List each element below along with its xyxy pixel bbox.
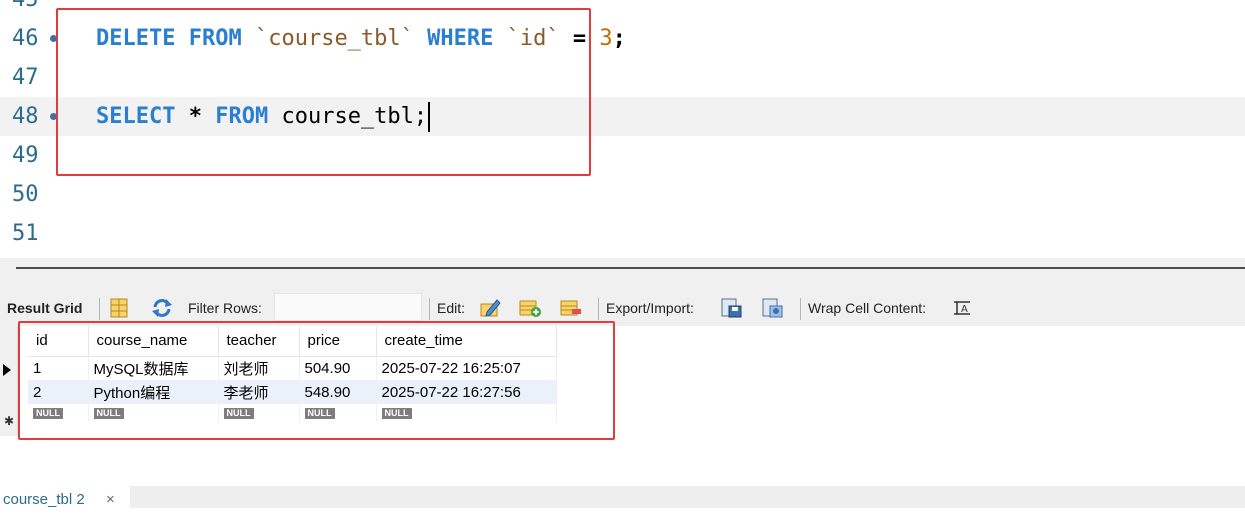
cell-id-null[interactable]: NULL <box>28 404 89 422</box>
new-row[interactable]: NULL NULL NULL NULL NULL <box>28 404 557 422</box>
filter-rows-input[interactable] <box>274 293 422 321</box>
code-token: WHERE <box>427 26 494 51</box>
cell-price[interactable]: 504.90 <box>299 356 377 380</box>
code-token: `id` <box>506 26 560 51</box>
text-caret <box>428 102 431 132</box>
code-token: DELETE <box>96 26 176 51</box>
toolbar-separator <box>99 298 100 320</box>
toolbar-separator <box>800 298 801 320</box>
line-number: 49 <box>12 143 39 168</box>
statement-marker-icon <box>50 113 57 120</box>
cell-teacher-null[interactable]: NULL <box>218 404 300 422</box>
new-row-marker-icon: ✱ <box>4 414 15 428</box>
splitter-line <box>16 267 1245 269</box>
column-header-course-name[interactable]: course_name <box>88 326 219 357</box>
line-number: 48 <box>12 104 39 129</box>
code-token: SELECT <box>96 104 176 129</box>
cell-price-null[interactable]: NULL <box>299 404 377 422</box>
code-text[interactable]: DELETE FROM `course_tbl` WHERE `id` = 3; <box>96 19 626 58</box>
close-icon[interactable]: × <box>106 491 115 509</box>
toolbar-separator <box>598 298 599 320</box>
cell-create-time[interactable]: 2025-07-22 16:27:56 <box>376 380 557 404</box>
cell-create-time[interactable]: 2025-07-22 16:25:07 <box>376 356 557 380</box>
wrap-cell-label: Wrap Cell Content: <box>808 300 927 316</box>
export-import-label: Export/Import: <box>606 300 694 316</box>
column-header-id[interactable]: id <box>28 326 89 357</box>
result-table: id course_name teacher price create_time… <box>28 326 557 422</box>
null-badge: NULL <box>93 408 124 420</box>
code-token: = <box>559 26 600 51</box>
code-text[interactable]: SELECT * FROM course_tbl; <box>96 97 431 136</box>
column-header-create-time[interactable]: create_time <box>376 326 557 357</box>
line-number: 46 <box>12 26 39 51</box>
result-tab-bar: course_tbl 2 × <box>0 486 1245 515</box>
current-row-arrow-icon <box>3 364 11 376</box>
table-row[interactable]: 2 Python编程 李老师 548.90 2025-07-22 16:27:5… <box>28 380 557 404</box>
add-row-icon[interactable] <box>519 298 541 318</box>
code-token: ; <box>612 26 626 51</box>
null-badge: NULL <box>381 408 412 420</box>
null-badge: NULL <box>304 408 335 420</box>
row-header-gutter: ✱ <box>0 326 18 436</box>
editor-line[interactable]: 51 <box>0 214 1245 253</box>
table-row[interactable]: 1 MySQL数据库 刘老师 504.90 2025-07-22 16:25:0… <box>28 356 557 380</box>
line-number: 47 <box>12 65 39 90</box>
null-badge: NULL <box>223 408 254 420</box>
editor-line: 45 <box>0 0 1245 19</box>
tab-bar-background <box>130 486 1245 508</box>
cell-course-name-null[interactable]: NULL <box>88 404 219 422</box>
toolbar-separator <box>429 298 430 320</box>
table-header-row: id course_name teacher price create_time <box>28 326 557 357</box>
panel-splitter[interactable] <box>0 258 1245 290</box>
cell-teacher[interactable]: 李老师 <box>218 380 300 404</box>
editor-line[interactable]: 47 <box>0 58 1245 97</box>
edit-label: Edit: <box>437 300 466 316</box>
statement-marker-icon <box>50 35 57 42</box>
cell-create-time-null[interactable]: NULL <box>376 404 557 422</box>
result-grid[interactable]: ✱ id course_name teacher price create_ti… <box>0 321 1245 476</box>
cell-teacher[interactable]: 刘老师 <box>218 356 300 380</box>
cell-price[interactable]: 548.90 <box>299 380 377 404</box>
code-token: FROM <box>215 104 269 129</box>
cell-id[interactable]: 1 <box>28 356 89 380</box>
editor-line[interactable]: 46 DELETE FROM `course_tbl` WHERE `id` = … <box>0 19 1245 58</box>
svg-text:A: A <box>961 304 968 315</box>
editor-line[interactable]: 49 <box>0 136 1245 175</box>
result-grid-tab[interactable]: Result Grid <box>7 290 82 326</box>
export-icon[interactable] <box>721 298 743 318</box>
sql-editor[interactable]: 45 46 DELETE FROM `course_tbl` WHERE `id`… <box>0 0 1245 258</box>
filter-rows-label: Filter Rows: <box>188 300 262 316</box>
code-token: 3 <box>599 26 613 51</box>
result-toolbar: Result Grid Filter Rows: Edit: Export/Im… <box>0 290 1245 326</box>
import-icon[interactable] <box>762 298 784 318</box>
wrap-cell-icon[interactable]: A <box>951 298 973 318</box>
delete-row-icon[interactable] <box>560 298 582 318</box>
cell-id[interactable]: 2 <box>28 380 89 404</box>
line-number: 50 <box>12 182 39 207</box>
cell-course-name[interactable]: MySQL数据库 <box>88 356 219 380</box>
line-number: 51 <box>12 221 39 246</box>
cell-course-name[interactable]: Python编程 <box>88 380 219 404</box>
grid-view-icon[interactable] <box>108 298 130 318</box>
editor-line[interactable]: 50 <box>0 175 1245 214</box>
editor-line[interactable]: 48 SELECT * FROM course_tbl; <box>0 97 1245 136</box>
null-badge: NULL <box>33 408 63 420</box>
code-token: * <box>175 104 216 129</box>
column-header-teacher[interactable]: teacher <box>218 326 300 357</box>
code-token: course_tbl; <box>268 104 428 129</box>
tab-course-tbl-2[interactable]: course_tbl 2 <box>3 489 85 511</box>
column-header-price[interactable]: price <box>299 326 377 357</box>
code-token: FROM <box>188 26 242 51</box>
code-token: `course_tbl` <box>254 26 414 51</box>
refresh-icon[interactable] <box>151 298 173 318</box>
line-number: 45 <box>12 0 52 19</box>
edit-row-icon[interactable] <box>479 298 501 318</box>
